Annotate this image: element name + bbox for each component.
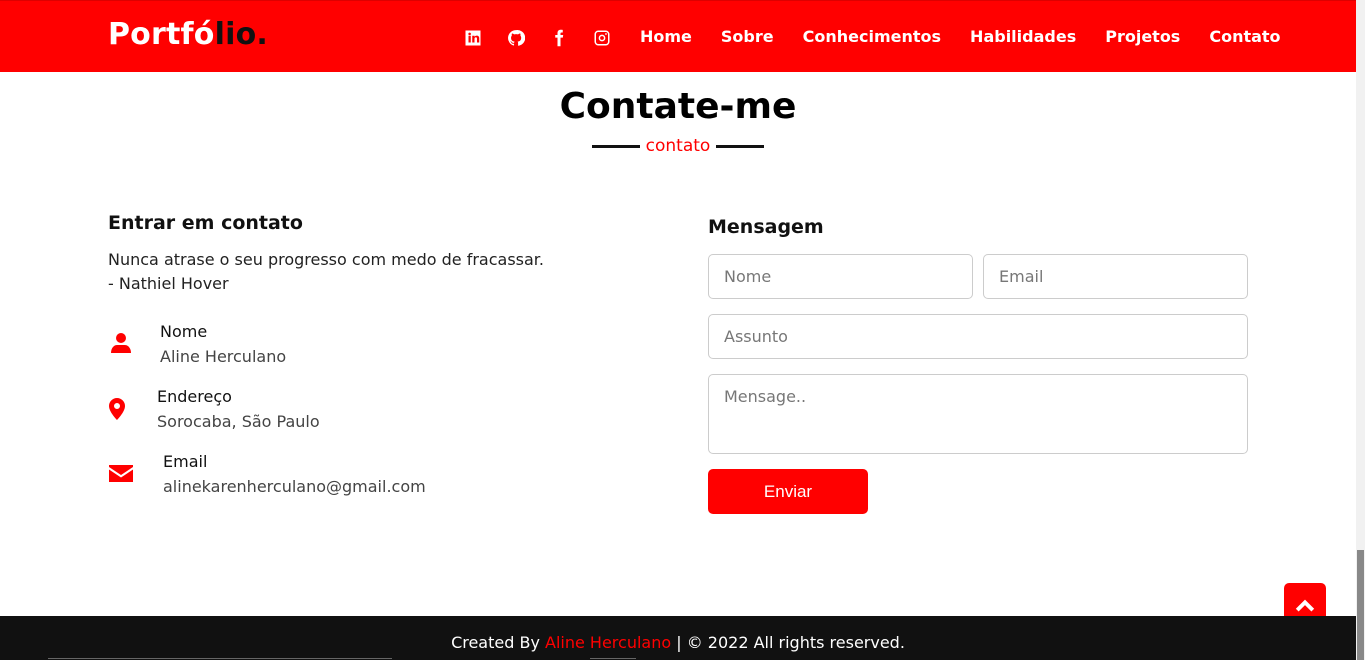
info-text-address: Endereço Sorocaba, São Paulo (157, 387, 320, 431)
section-title: Contate-me (559, 86, 797, 127)
footer-copyright: | © 2022 All rights reserved. (676, 633, 905, 652)
nav-link-projetos[interactable]: Projetos (1105, 27, 1180, 46)
nav-link-sobre[interactable]: Sobre (721, 27, 774, 46)
footer-prefix: Created By (451, 633, 540, 652)
name-input[interactable] (708, 254, 973, 299)
scrollbar-thumb[interactable] (1357, 550, 1364, 660)
nav-menu: Home Sobre Conhecimentos Habilidades Pro… (640, 27, 1281, 46)
linkedin-icon[interactable] (462, 27, 484, 49)
nav-link-habilidades[interactable]: Habilidades (970, 27, 1076, 46)
info-label: Email (163, 452, 208, 471)
social-icons (462, 27, 634, 49)
info-text-name: Nome Aline Herculano (160, 322, 286, 366)
info-label: Endereço (157, 387, 232, 406)
info-label: Nome (160, 322, 208, 341)
map-marker-icon (104, 396, 130, 422)
github-icon[interactable] (505, 27, 527, 49)
submit-button[interactable]: Enviar (708, 469, 868, 514)
message-textarea[interactable] (708, 374, 1248, 454)
section-subtitle: contato (0, 136, 1356, 156)
quote-author: - Nathiel Hover (108, 274, 229, 293)
subtitle-text: contato (645, 136, 711, 156)
subtitle-line-left (591, 144, 640, 148)
chevron-up-icon (1295, 599, 1315, 611)
footer-divider (590, 658, 636, 659)
quote-line: Nunca atrase o seu progresso com medo de… (108, 250, 544, 269)
instagram-icon[interactable] (591, 27, 613, 49)
info-value: alinekarenherculano@gmail.com (163, 477, 426, 496)
contact-info-heading: Entrar em contato (108, 212, 303, 234)
nav-link-conhecimentos[interactable]: Conhecimentos (803, 27, 941, 46)
logo-main: Portfó (108, 17, 215, 52)
envelope-icon (108, 460, 134, 486)
form-heading: Mensagem (708, 216, 824, 238)
info-text-email: Email alinekarenherculano@gmail.com (163, 452, 426, 496)
footer-author-link[interactable]: Aline Herculano (545, 633, 671, 652)
nav-link-home[interactable]: Home (640, 27, 692, 46)
nav-link-contato[interactable]: Contato (1209, 27, 1280, 46)
info-item-name (108, 330, 134, 356)
footer-divider (48, 658, 392, 659)
navbar: Portfólio. Home Sobre Conhecimentos Habi… (0, 0, 1356, 72)
logo[interactable]: Portfólio. (108, 17, 268, 52)
info-item-email (108, 460, 134, 486)
subject-input[interactable] (708, 314, 1248, 359)
footer-text: Created By Aline Herculano | © 2022 All … (0, 633, 1356, 652)
info-item-address (104, 396, 130, 422)
footer: Created By Aline Herculano | © 2022 All … (0, 616, 1356, 660)
info-value: Sorocaba, São Paulo (157, 412, 320, 431)
quote-text: Nunca atrase o seu progresso com medo de… (108, 248, 648, 296)
contact-info: Entrar em contato Nunca atrase o seu pro… (108, 212, 648, 296)
logo-accent: lio. (214, 17, 268, 52)
info-value: Aline Herculano (160, 347, 287, 366)
subtitle-line-right (716, 144, 765, 148)
email-input[interactable] (983, 254, 1248, 299)
user-icon (108, 330, 134, 356)
facebook-icon[interactable] (548, 27, 570, 49)
